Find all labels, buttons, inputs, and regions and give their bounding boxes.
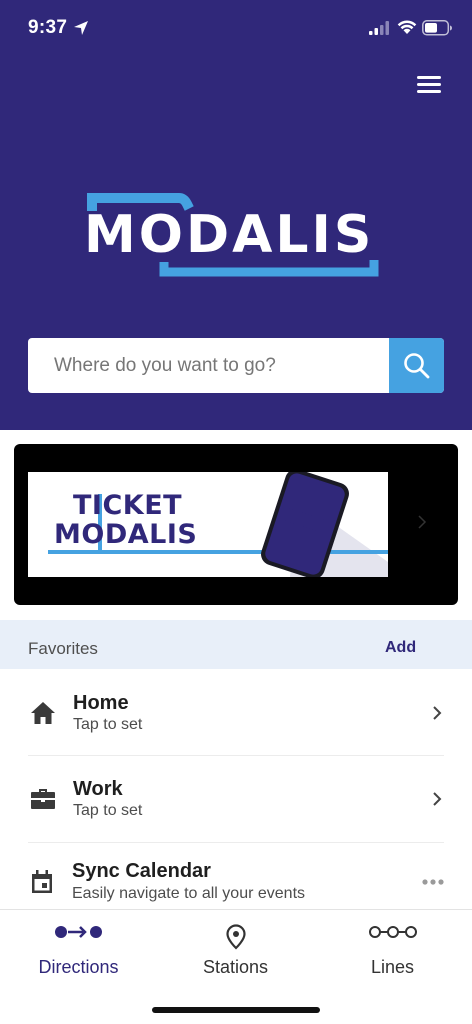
search-input[interactable] [28, 338, 388, 393]
favorite-item-title: Home [73, 692, 129, 714]
favorite-item-subtitle: Easily navigate to all your events [72, 885, 306, 902]
status-time: 9:37 [28, 17, 68, 38]
favorite-item-subtitle: Tap to set [73, 802, 143, 819]
tab-label: Directions [38, 957, 119, 977]
tab-lines[interactable]: Lines [314, 910, 471, 990]
chevron-right-icon[interactable] [416, 514, 428, 530]
tab-directions[interactable]: Directions [0, 910, 157, 990]
lines-icon [368, 926, 417, 938]
directions-icon [54, 926, 102, 938]
favorites-title: Favorites [28, 639, 98, 658]
cellular-signal-icon [369, 21, 389, 35]
chevron-right-icon [433, 792, 442, 806]
ticket-modalis-banner[interactable]: TICKET MODALIS [28, 472, 388, 577]
wifi-icon [397, 20, 417, 34]
favorite-item-subtitle: Tap to set [73, 716, 143, 733]
status-bar: 9:37 [0, 0, 472, 58]
home-icon [31, 702, 55, 724]
favorite-item-sync-calendar[interactable]: Sync Calendar Easily navigate to all you… [0, 843, 472, 909]
menu-button[interactable] [412, 71, 446, 97]
briefcase-icon [31, 789, 55, 809]
favorite-item-work[interactable]: Work Tap to set [0, 756, 472, 842]
favorites-header: Favorites Add [0, 620, 472, 669]
tab-label: Lines [370, 957, 415, 977]
search-bar [28, 338, 444, 393]
banner-title-line2: MODALIS [54, 519, 198, 550]
location-arrow-icon [74, 21, 88, 35]
favorite-item-title: Sync Calendar [72, 860, 211, 882]
search-button[interactable] [389, 338, 444, 393]
header-hero: 9:37 MODALIS [0, 0, 472, 430]
search-icon [404, 353, 430, 379]
chevron-right-icon [433, 706, 442, 720]
more-options-icon[interactable] [422, 879, 444, 885]
tab-stations[interactable]: Stations [157, 910, 314, 990]
calendar-icon [32, 870, 52, 893]
battery-icon [422, 20, 452, 36]
banner-title-line1: TICKET [73, 490, 183, 521]
location-pin-icon [225, 924, 246, 950]
home-indicator [152, 1007, 320, 1013]
logo-text: MODALIS [84, 205, 375, 265]
favorite-item-home[interactable]: Home Tap to set [0, 670, 472, 756]
favorite-item-title: Work [73, 778, 123, 800]
tab-label: Stations [202, 957, 269, 977]
add-favorite-button[interactable]: Add [385, 639, 416, 657]
promo-banner-carousel[interactable]: TICKET MODALIS [14, 444, 458, 605]
